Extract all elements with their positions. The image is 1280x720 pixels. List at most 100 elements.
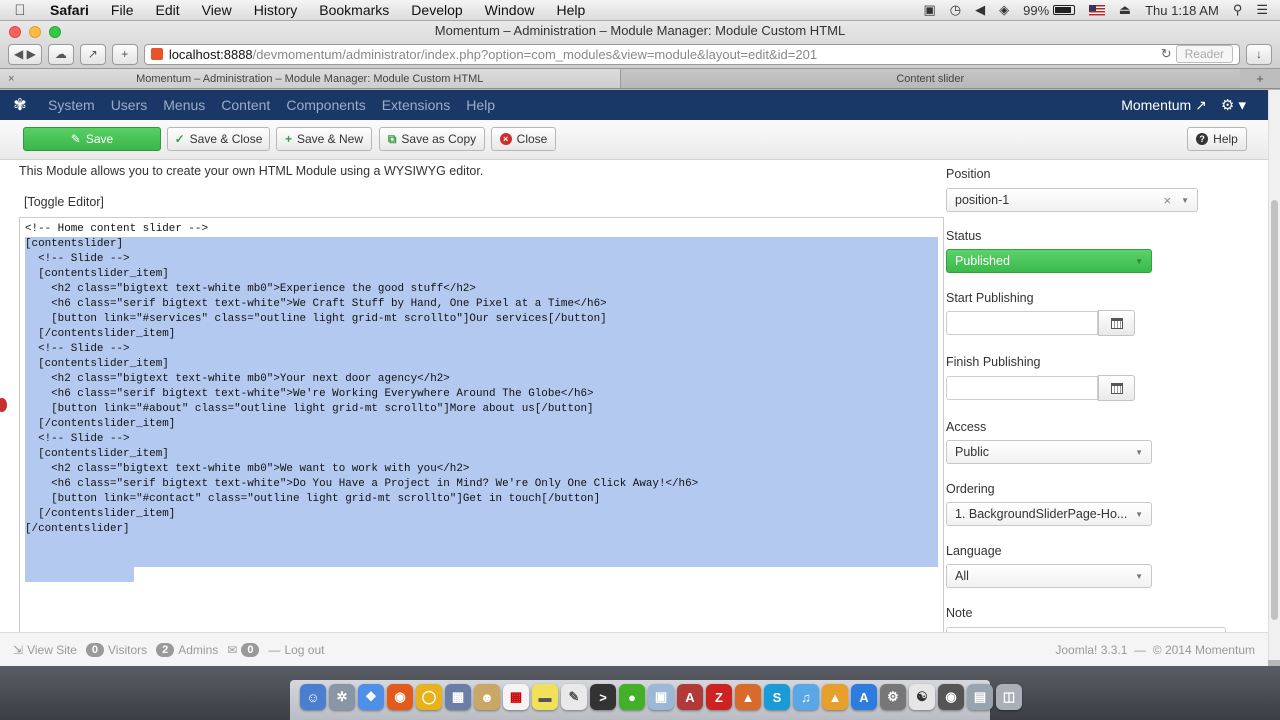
close-button[interactable]: × Close — [491, 127, 556, 151]
settings-gear-icon[interactable]: ⚙ ▾ — [1221, 96, 1246, 114]
clear-icon[interactable]: × — [1163, 193, 1171, 208]
spotlight-search-icon[interactable]: ⚲ — [1233, 2, 1243, 18]
documents-stack-icon[interactable]: ▤ — [967, 684, 993, 710]
menubar-clock[interactable]: Thu 1:18 AM — [1145, 3, 1219, 18]
textedit-icon[interactable]: ✎ — [561, 684, 587, 710]
contacts-icon[interactable]: ☻ — [474, 684, 500, 710]
apple-menu-icon[interactable]:  — [0, 2, 40, 19]
launchpad-icon[interactable]: ✲ — [329, 684, 355, 710]
volume-icon[interactable]: ◀ — [975, 2, 985, 18]
app-store-icon[interactable]: A — [851, 684, 877, 710]
back-forward-button[interactable]: ◀ ▶ — [8, 43, 42, 65]
dock-icons: ☺ ✲ ❖ ◉ ◯ ▦ ☻ ▦ ▬ ✎ > ● ▣ A Z ▲ S ♫ ▲ A … — [300, 684, 1022, 710]
page-scrollbar[interactable] — [1268, 90, 1280, 660]
start-calendar-button[interactable] — [1098, 310, 1135, 336]
nav-users[interactable]: Users — [103, 97, 156, 113]
view-site-link[interactable]: ⇲ View Site — [13, 643, 77, 657]
edit-icon: ✎ — [70, 132, 81, 146]
finish-calendar-button[interactable] — [1098, 375, 1135, 401]
ordering-select[interactable]: 1. BackgroundSliderPage-Ho... ▼ — [946, 502, 1152, 526]
nav-menus[interactable]: Menus — [155, 97, 213, 113]
icloud-tabs-button[interactable]: ☁ — [47, 43, 74, 65]
messages-status[interactable]: ✉ 0 — [227, 642, 260, 657]
messages-icon[interactable]: ● — [619, 684, 645, 710]
terminal-icon[interactable]: > — [590, 684, 616, 710]
save-copy-button[interactable]: ⧉ Save as Copy — [379, 127, 485, 151]
preview-icon[interactable]: ▦ — [445, 684, 471, 710]
menu-edit[interactable]: Edit — [144, 2, 190, 18]
code-line: <h6 class="serif bigtext text-white">Do … — [25, 478, 699, 490]
html-code-editor[interactable]: <!-- Home content slider --> [contentslid… — [19, 217, 944, 632]
keychain-icon[interactable]: ☯ — [909, 684, 935, 710]
pdf-icon[interactable]: ▲ — [735, 684, 761, 710]
calendar-app-icon[interactable]: ▦ — [503, 684, 529, 710]
add-tab-icon[interactable]: + — [1240, 69, 1280, 88]
visitors-status: 0 Visitors — [85, 642, 147, 657]
start-publishing-input[interactable] — [946, 311, 1098, 335]
menu-app-safari[interactable]: Safari — [40, 2, 100, 18]
finish-publishing-input[interactable] — [946, 376, 1098, 400]
time-machine-icon[interactable]: ◷ — [950, 2, 961, 18]
virtualbox-icon[interactable]: ▣ — [648, 684, 674, 710]
skype-icon[interactable]: S — [764, 684, 790, 710]
reload-icon[interactable]: ↻ — [1161, 46, 1172, 62]
save-close-button[interactable]: ✓ Save & Close — [167, 127, 270, 151]
nav-components[interactable]: Components — [278, 97, 373, 113]
menu-window[interactable]: Window — [474, 2, 546, 18]
nav-system[interactable]: System — [40, 97, 103, 113]
menu-view[interactable]: View — [191, 2, 243, 18]
input-source-flag-icon[interactable] — [1088, 4, 1105, 16]
menu-develop[interactable]: Develop — [400, 2, 473, 18]
chrome-icon[interactable]: ◯ — [416, 684, 442, 710]
system-preferences-icon[interactable]: ⚙ — [880, 684, 906, 710]
tab-content-slider[interactable]: Content slider — [620, 69, 1240, 88]
site-link[interactable]: Momentum ↗ — [1121, 97, 1207, 114]
menu-help[interactable]: Help — [545, 2, 596, 18]
eject-icon[interactable]: ⏏ — [1119, 2, 1131, 18]
screen-record-icon[interactable]: ▣ — [924, 2, 936, 18]
nav-content[interactable]: Content — [213, 97, 278, 113]
share-button[interactable]: ↗ — [79, 43, 106, 65]
vlc-icon[interactable]: ▲ — [822, 684, 848, 710]
save-new-button[interactable]: + Save & New — [276, 127, 372, 151]
dictionary-icon[interactable]: A — [677, 684, 703, 710]
reader-button[interactable]: Reader — [1175, 45, 1233, 63]
wifi-icon[interactable]: ◈ — [999, 2, 1009, 18]
status-select[interactable]: Published ▼ — [946, 249, 1152, 273]
battery-status[interactable]: 99% — [1023, 3, 1075, 18]
help-button[interactable]: ? Help — [1187, 127, 1247, 151]
save-button[interactable]: ✎ Save — [23, 127, 161, 151]
nav-help[interactable]: Help — [458, 97, 503, 113]
trash-icon[interactable]: ◫ — [996, 684, 1022, 710]
menu-history[interactable]: History — [243, 2, 309, 18]
address-bar[interactable]: localhost:8888 /devmomentum/administrato… — [143, 43, 1240, 65]
stickies-icon[interactable]: ▬ — [532, 684, 558, 710]
finder-icon[interactable]: ☺ — [300, 684, 326, 710]
itunes-icon[interactable]: ♫ — [793, 684, 819, 710]
new-tab-button[interactable]: + — [111, 43, 138, 65]
tab-module-manager[interactable]: × Momentum – Administration – Module Man… — [0, 69, 621, 88]
close-tab-icon[interactable]: × — [8, 73, 14, 85]
menu-bookmarks[interactable]: Bookmarks — [308, 2, 400, 18]
filezilla-icon[interactable]: Z — [706, 684, 732, 710]
battery-icon — [1052, 5, 1075, 15]
position-label: Position — [946, 167, 991, 181]
position-select[interactable]: position-1 × ▼ — [946, 188, 1198, 212]
joomla-logo-icon[interactable]: ✾ — [0, 95, 40, 115]
code-line: <h2 class="bigtext text-white mb0">We wa… — [25, 463, 470, 475]
safari-icon[interactable]: ❖ — [358, 684, 384, 710]
toggle-editor-link[interactable]: [Toggle Editor] — [24, 195, 104, 209]
nav-extensions[interactable]: Extensions — [374, 97, 458, 113]
notification-center-icon[interactable]: ☰ — [1256, 2, 1268, 18]
code-line: [contentslider_item] — [25, 268, 169, 280]
downloads-button[interactable]: ↓ — [1246, 43, 1272, 65]
language-select[interactable]: All ▼ — [946, 564, 1152, 588]
access-select[interactable]: Public ▼ — [946, 440, 1152, 464]
screen-capture-icon[interactable]: ◉ — [938, 684, 964, 710]
scrollbar-thumb[interactable] — [1271, 200, 1278, 620]
firefox-icon[interactable]: ◉ — [387, 684, 413, 710]
finish-publishing-label: Finish Publishing — [946, 355, 1041, 369]
logout-link[interactable]: — Log out — [268, 643, 324, 657]
chevron-down-icon: ▼ — [1181, 195, 1189, 205]
menu-file[interactable]: File — [100, 2, 145, 18]
